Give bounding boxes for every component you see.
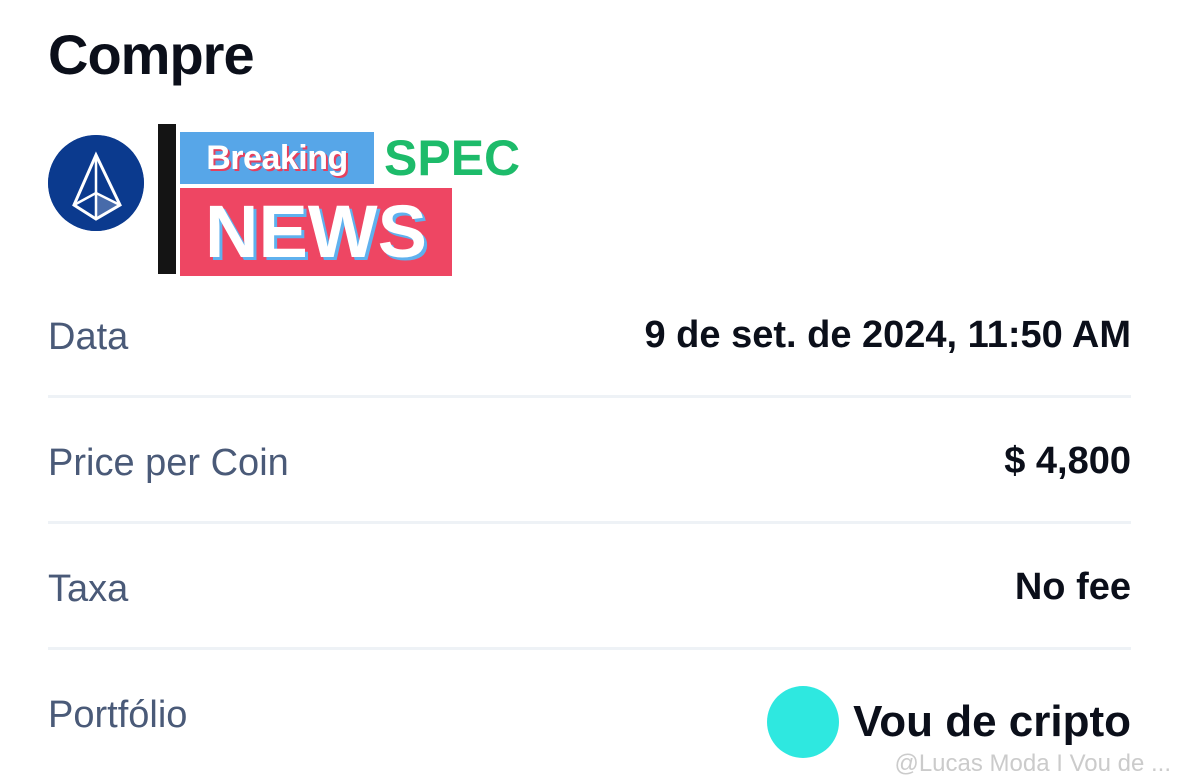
fee-label: Taxa — [48, 568, 129, 610]
page-title: Compre — [48, 23, 255, 86]
fee-value: No fee — [1014, 566, 1131, 608]
detail-row-fee: Taxa No fee — [48, 524, 1131, 650]
date-value: 9 de set. de 2024, 11:50 AM — [644, 314, 1131, 356]
sticker-spec: SPEC — [384, 130, 521, 186]
portfolio-color-dot — [767, 686, 840, 758]
sticker-bar — [158, 124, 176, 274]
date-label: Data — [48, 316, 129, 358]
portfolio-selector[interactable]: Vou de cripto — [767, 686, 1131, 758]
sticker-news: NEWS — [180, 188, 452, 276]
detail-row-date: Data 9 de set. de 2024, 11:50 AM — [48, 314, 1131, 398]
price-label: Price per Coin — [48, 442, 289, 484]
breaking-news-sticker: Breaking SPEC NEWS — [158, 122, 538, 280]
watermark: @Lucas Moda I Vou de ... — [894, 750, 1171, 777]
price-value: $ 4,800 — [1004, 440, 1131, 482]
coin-logo-icon — [48, 135, 144, 231]
sticker-breaking: Breaking — [180, 132, 374, 184]
portfolio-label: Portfólio — [48, 694, 188, 736]
portfolio-value: Vou de cripto — [853, 697, 1131, 746]
detail-row-price: Price per Coin $ 4,800 — [48, 398, 1131, 524]
